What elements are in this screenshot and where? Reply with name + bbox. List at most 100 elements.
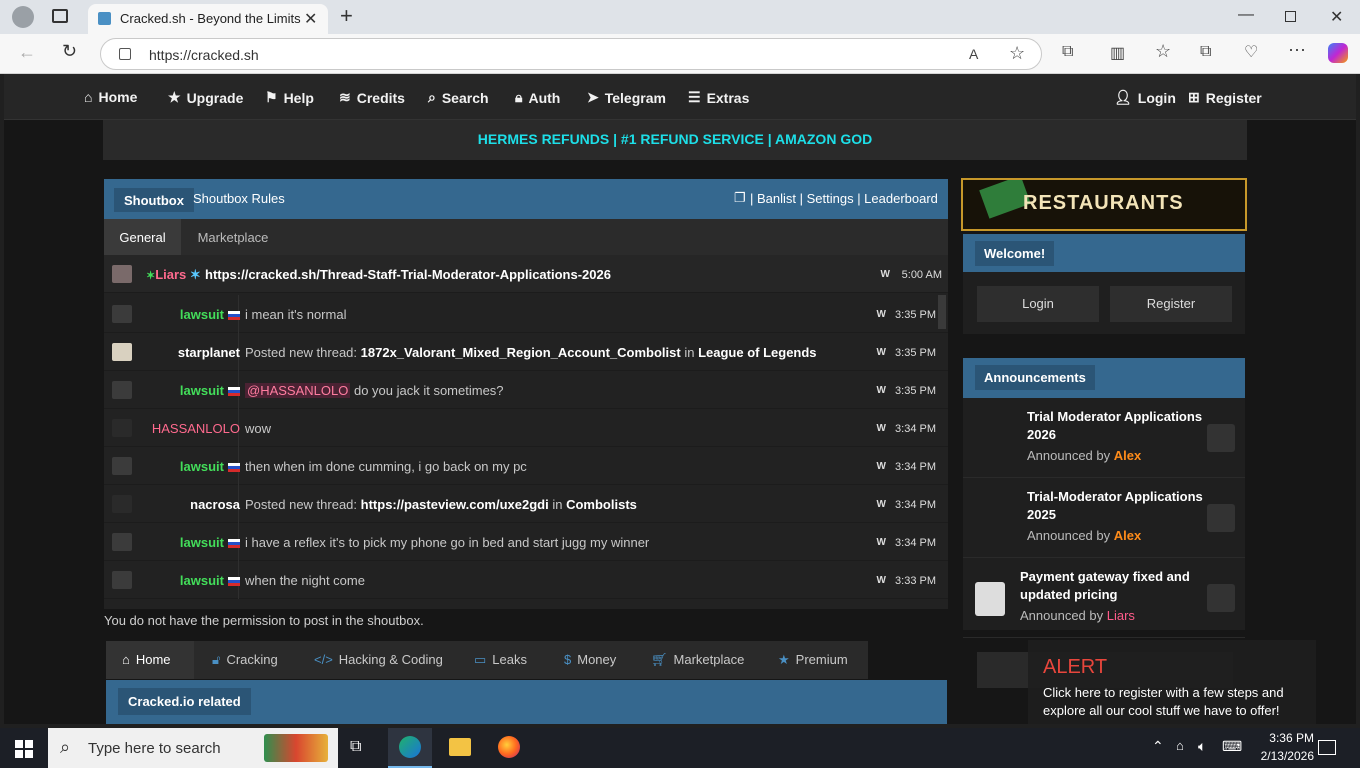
notifications-icon[interactable] — [1318, 740, 1336, 755]
forum-tab-leaks[interactable]: ▭ Leaks — [474, 641, 527, 679]
shoutbox-rules-link[interactable]: Shoutbox Rules — [193, 191, 285, 206]
tab-marketplace[interactable]: Marketplace — [181, 219, 285, 255]
announcement-title[interactable]: Trial-Moderator Applications 2025 — [1027, 488, 1203, 524]
sidebar-login-button[interactable]: Login — [977, 286, 1099, 322]
nav-register[interactable]: ⊞ Register — [1188, 89, 1262, 106]
forum-tab-money[interactable]: $ Money — [564, 641, 616, 679]
nav-telegram[interactable]: ➤ Telegram — [587, 89, 666, 106]
network-icon[interactable]: ⌂ — [1176, 738, 1184, 753]
whisper-button[interactable]: W — [877, 385, 886, 396]
whisper-button[interactable]: W — [877, 309, 886, 320]
message-user[interactable]: ✶Liars ✶ — [146, 267, 201, 283]
new-tab-icon[interactable]: + — [340, 3, 353, 29]
whisper-button[interactable]: W — [877, 461, 886, 472]
browser-tab[interactable]: Cracked.sh - Beyond the Limits ✕ — [88, 4, 328, 34]
message-user[interactable]: lawsuit — [180, 573, 240, 588]
forum-tab-marketplace[interactable]: 🛒︎ Marketplace — [651, 641, 744, 679]
forum-link[interactable]: League of Legends — [698, 345, 816, 360]
nav-home[interactable]: ⌂ Home — [84, 89, 137, 105]
shoutbox-links[interactable]: | Banlist | Settings | Leaderboard — [750, 191, 938, 206]
nav-upgrade[interactable]: ★ Upgrade — [168, 89, 243, 106]
author-link[interactable]: Alex — [1114, 448, 1141, 463]
collections-icon[interactable]: ⧉ — [1200, 43, 1211, 61]
author-link[interactable]: Liars — [1107, 608, 1135, 623]
shoutbox-scrollbar[interactable] — [938, 295, 946, 329]
nav-auth[interactable]: 🔒︎ Auth — [515, 89, 560, 106]
whisper-button[interactable]: W — [881, 269, 890, 280]
taskbar-search[interactable]: ⌕ Type here to search — [48, 728, 338, 768]
announcement-title[interactable]: Trial Moderator Applications 2026 — [1027, 408, 1203, 444]
sidebar-register-button[interactable]: Register — [1110, 286, 1232, 322]
browser-essentials-icon[interactable]: ♡ — [1244, 42, 1258, 62]
message-user[interactable]: lawsuit — [180, 307, 240, 322]
nav-label: Credits — [356, 89, 405, 106]
message-text[interactable]: https://cracked.sh/Thread-Staff-Trial-Mo… — [205, 267, 611, 282]
whisper-button[interactable]: W — [877, 347, 886, 358]
close-tab-icon[interactable]: ✕ — [304, 9, 317, 29]
forum-tab-premium[interactable]: ★ Premium — [778, 641, 848, 679]
task-view-icon[interactable]: ⧉ — [350, 738, 361, 756]
volume-icon[interactable]: 🔈︎ — [1198, 738, 1206, 755]
copilot-icon[interactable] — [1328, 43, 1348, 63]
close-window-icon[interactable]: ✕ — [1330, 7, 1343, 27]
nav-login[interactable]: 👤︎ Login — [1114, 89, 1176, 106]
alert-popup[interactable]: ALERT Click here to register with a few … — [1028, 640, 1316, 724]
forum-tab-home[interactable]: ⌂ Home — [106, 641, 194, 679]
nav-credits[interactable]: ≋ Credits — [339, 89, 405, 106]
file-explorer-icon[interactable] — [449, 738, 471, 756]
category-title[interactable]: Cracked.io related — [118, 688, 251, 715]
minimize-icon[interactable]: — — [1238, 6, 1254, 24]
profile-avatar-icon[interactable] — [12, 6, 34, 28]
message-user[interactable]: HASSANLOLO — [152, 421, 240, 436]
message-user[interactable]: starplanet — [178, 345, 240, 360]
message-user[interactable]: lawsuit — [180, 383, 240, 398]
extensions-icon[interactable]: ⧉ — [1062, 43, 1073, 61]
tab-general[interactable]: General — [104, 219, 181, 255]
announcement-title[interactable]: Payment gateway fixed and updated pricin… — [1020, 568, 1196, 604]
popout-icon[interactable]: ❐ — [734, 190, 746, 206]
message-user[interactable]: lawsuit — [180, 459, 240, 474]
gift-icon[interactable] — [264, 734, 328, 762]
message-user[interactable]: nacrosa — [190, 497, 240, 512]
welcome-title: Welcome! — [975, 241, 1055, 266]
address-bar[interactable]: https://cracked.sh A ☆ — [100, 38, 1042, 70]
thread-link[interactable]: 1872x_Valorant_Mixed_Region_Account_Comb… — [361, 345, 681, 360]
back-icon[interactable]: ← — [18, 42, 36, 63]
whisper-button[interactable]: W — [877, 537, 886, 548]
promo-banner[interactable]: HERMES REFUNDS | #1 REFUND SERVICE | AMA… — [103, 120, 1247, 160]
message-user[interactable]: lawsuit — [180, 535, 240, 550]
read-aloud-icon[interactable]: A — [969, 46, 978, 62]
welcome-header: Welcome! — [963, 234, 1245, 272]
tab-label: Premium — [795, 652, 848, 667]
windows-start-icon[interactable] — [15, 740, 33, 758]
mention[interactable]: @HASSANLOLO — [245, 383, 351, 398]
clock-time[interactable]: 3:36 PM — [1269, 731, 1314, 745]
lock-icon[interactable] — [119, 48, 131, 60]
tab-actions-icon[interactable] — [52, 9, 68, 23]
thread-link[interactable]: https://pasteview.com/uxe2gdi — [361, 497, 549, 512]
whisper-button[interactable]: W — [877, 499, 886, 510]
ad-banner[interactable]: RESTAURANTS — [961, 178, 1247, 231]
nav-extras[interactable]: ☰ Extras — [688, 89, 749, 106]
more-menu-icon[interactable]: ⋯ — [1288, 40, 1306, 61]
taskbar: ⌕ Type here to search ⧉ ⌃ ⌂ 🔈︎ ⌨ 3:36 PM… — [0, 728, 1360, 768]
firefox-icon[interactable] — [498, 736, 520, 758]
whisper-button[interactable]: W — [877, 575, 886, 586]
split-screen-icon[interactable]: ▥ — [1110, 43, 1125, 63]
nav-help[interactable]: ⚑ Help — [265, 89, 314, 106]
forum-tab-hacking[interactable]: </> Hacking & Coding — [314, 641, 443, 679]
forum-tab-cracking[interactable]: 🔓︎ Cracking — [212, 641, 278, 679]
nav-search[interactable]: ⌕ Search — [428, 89, 489, 106]
chevron-up-icon[interactable]: ⌃ — [1152, 738, 1164, 755]
whisper-button[interactable]: W — [877, 423, 886, 434]
favorites-icon[interactable]: ☆ — [1155, 41, 1171, 62]
favorite-star-icon[interactable]: ☆ — [1009, 43, 1025, 64]
forum-link[interactable]: Combolists — [566, 497, 637, 512]
pinned-link[interactable]: https://cracked.sh/Thread-Staff-Trial-Mo… — [205, 267, 611, 282]
restore-icon[interactable] — [1285, 11, 1296, 22]
author-link[interactable]: Alex — [1114, 528, 1141, 543]
keyboard-icon[interactable]: ⌨ — [1222, 738, 1242, 755]
edge-taskbar-button[interactable] — [388, 728, 432, 768]
clock-date[interactable]: 2/13/2026 — [1261, 749, 1314, 763]
refresh-icon[interactable]: ↻ — [62, 41, 77, 62]
